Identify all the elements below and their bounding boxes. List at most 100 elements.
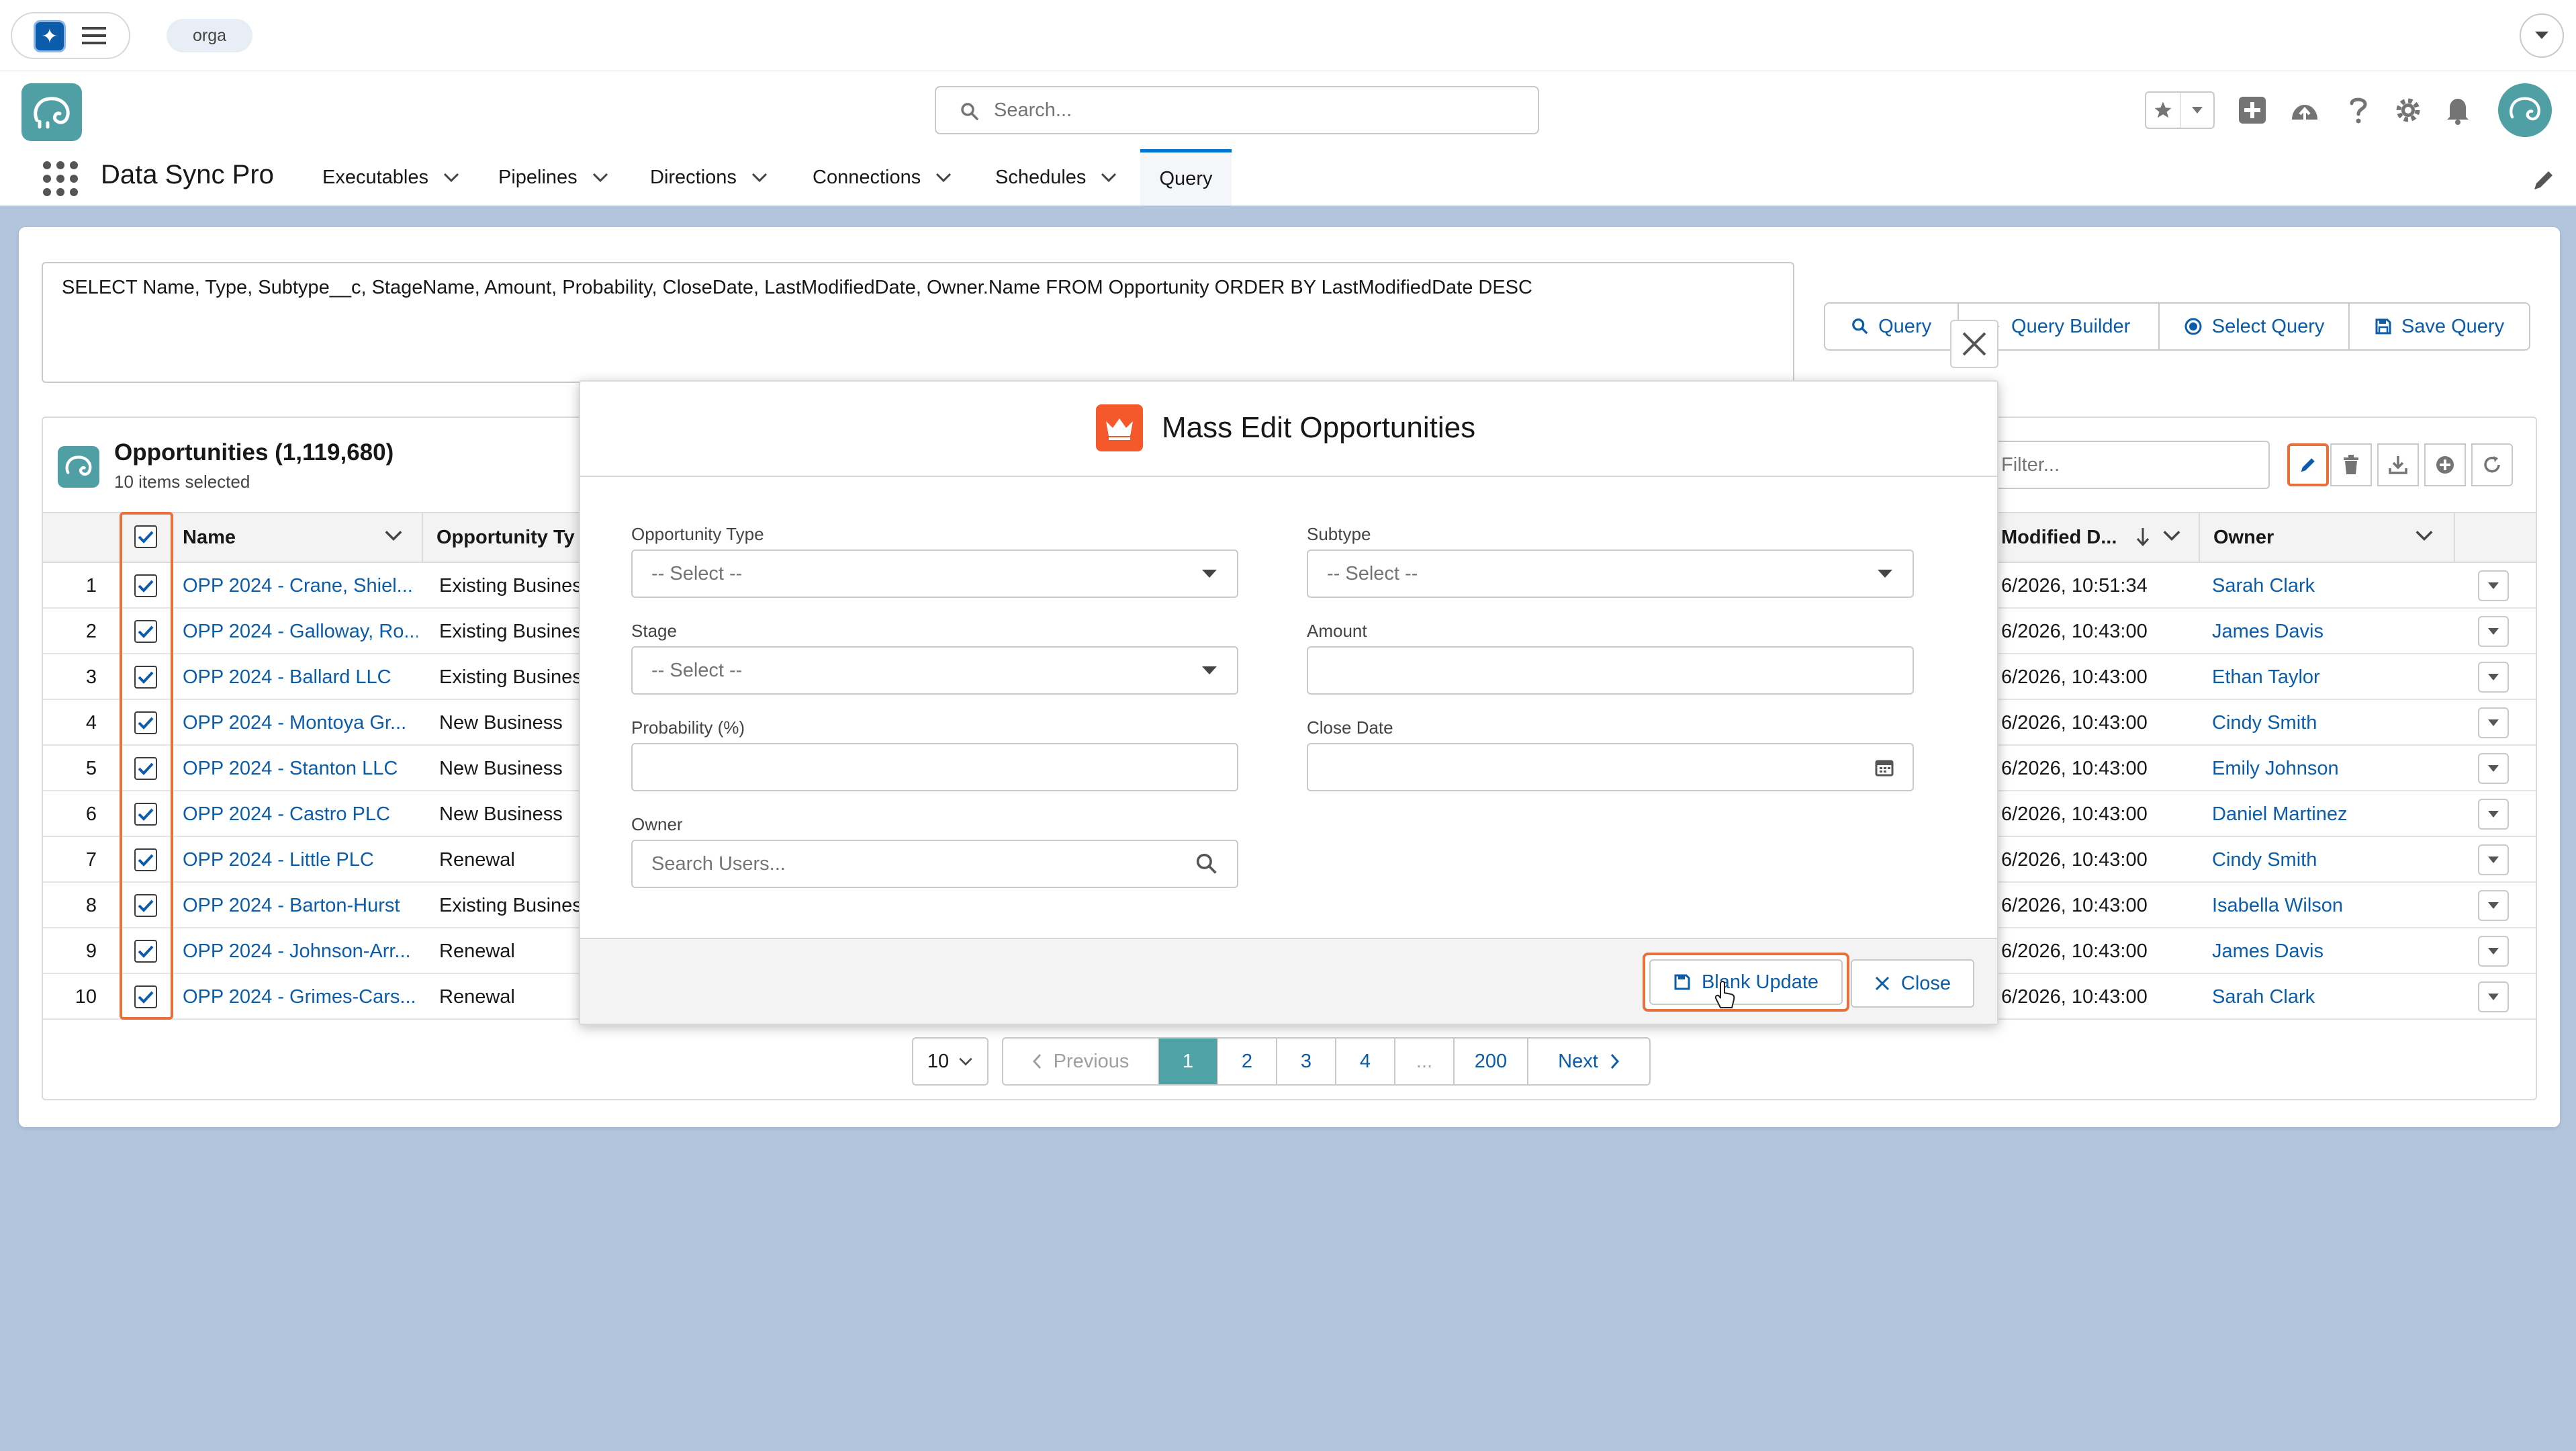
record-owner-link[interactable]: James Davis — [2212, 610, 2440, 653]
close-date-field[interactable] — [1327, 756, 1875, 779]
probability-field[interactable] — [651, 756, 1218, 779]
help-icon[interactable] — [2340, 91, 2377, 129]
record-name-link[interactable]: OPP 2024 - Montoya Gr... — [183, 701, 418, 744]
arrow-down-icon[interactable] — [2135, 527, 2150, 547]
record-name-link[interactable]: OPP 2024 - Barton-Hurst — [183, 884, 418, 927]
record-name-link[interactable]: OPP 2024 - Little PLC — [183, 838, 418, 881]
column-header-name[interactable]: Name — [183, 512, 411, 563]
record-owner-link[interactable]: Cindy Smith — [2212, 838, 2440, 881]
chevron-down-icon[interactable] — [2415, 529, 2434, 541]
mass-edit-button[interactable] — [2287, 443, 2329, 486]
search-input[interactable] — [994, 87, 1518, 133]
nav-item-directions[interactable]: Directions — [650, 149, 768, 206]
chevron-down-icon[interactable] — [2162, 529, 2181, 541]
chevron-down-icon[interactable] — [384, 529, 403, 541]
column-header-modified[interactable]: Modified D... — [2001, 512, 2149, 563]
close-button[interactable]: Close — [1851, 959, 1974, 1008]
amount-input[interactable] — [1307, 646, 1914, 695]
page-button[interactable]: 1 — [1159, 1039, 1218, 1084]
row-actions-chevron-icon[interactable] — [2478, 890, 2509, 921]
row-actions-chevron-icon[interactable] — [2478, 616, 2509, 647]
row-actions-chevron-icon[interactable] — [2478, 570, 2509, 601]
refresh-icon[interactable] — [2471, 443, 2513, 486]
blank-update-inner[interactable]: Blank Update — [1649, 959, 1843, 1005]
owner-search-input[interactable] — [651, 852, 1195, 875]
bell-icon[interactable] — [2439, 91, 2477, 129]
hamburger-menu-icon[interactable] — [82, 24, 106, 47]
record-owner-link[interactable]: Isabella Wilson — [2212, 884, 2440, 927]
record-owner-link[interactable]: Emily Johnson — [2212, 747, 2440, 790]
launcher-pill[interactable] — [11, 12, 130, 59]
record-name-link[interactable]: OPP 2024 - Grimes-Cars... — [183, 975, 418, 1018]
row-actions-chevron-icon[interactable] — [2478, 662, 2509, 693]
chevron-down-icon[interactable] — [592, 172, 608, 183]
chevron-down-icon[interactable] — [2520, 13, 2564, 58]
save-query-button[interactable]: Save Query — [2350, 304, 2529, 349]
record-owner-link[interactable]: Sarah Clark — [2212, 975, 2440, 1018]
star-icon[interactable] — [2146, 93, 2180, 128]
chevron-down-icon[interactable] — [1101, 172, 1117, 183]
page-button[interactable]: 200 — [1455, 1039, 1528, 1084]
soql-query-textarea[interactable]: SELECT Name, Type, Subtype__c, StageName… — [42, 262, 1794, 383]
delete-icon[interactable] — [2330, 443, 2372, 486]
column-header-type[interactable]: Opportunity Ty — [436, 512, 579, 563]
nav-item-query[interactable]: Query — [1140, 149, 1232, 206]
add-icon[interactable] — [2234, 91, 2271, 129]
row-actions-chevron-icon[interactable] — [2478, 753, 2509, 784]
page-button[interactable]: 4 — [1336, 1039, 1395, 1084]
record-owner-link[interactable]: Cindy Smith — [2212, 701, 2440, 744]
chevron-down-icon[interactable] — [2180, 93, 2213, 128]
record-owner-link[interactable]: Sarah Clark — [2212, 564, 2440, 607]
calendar-icon[interactable] — [1875, 758, 1894, 777]
select-query-button[interactable]: Select Query — [2160, 304, 2350, 349]
nav-item-pipelines[interactable]: Pipelines — [498, 149, 608, 206]
user-avatar[interactable] — [2498, 83, 2552, 137]
page-size-select[interactable]: 10 — [912, 1037, 988, 1086]
gear-icon[interactable] — [2389, 91, 2427, 129]
chevron-down-icon[interactable] — [443, 172, 459, 183]
modal-close-icon[interactable] — [1950, 320, 1998, 368]
trailhead-icon[interactable] — [2286, 91, 2324, 129]
previous-page-button[interactable]: Previous — [1003, 1039, 1159, 1084]
record-name-link[interactable]: OPP 2024 - Ballard LLC — [183, 656, 418, 699]
next-page-button[interactable]: Next — [1528, 1039, 1649, 1084]
filter-input[interactable] — [1989, 442, 2268, 488]
record-name-link[interactable]: OPP 2024 - Castro PLC — [183, 793, 418, 836]
subtype-select[interactable]: -- Select -- — [1307, 549, 1914, 598]
org-pill[interactable]: orga — [167, 19, 252, 52]
record-name-link[interactable]: OPP 2024 - Crane, Shiel... — [183, 564, 418, 607]
row-actions-chevron-icon[interactable] — [2478, 707, 2509, 738]
row-actions-chevron-icon[interactable] — [2478, 981, 2509, 1012]
page-button[interactable]: 2 — [1218, 1039, 1277, 1084]
download-icon[interactable] — [2377, 443, 2419, 486]
global-search[interactable] — [935, 86, 1539, 134]
close-date-input[interactable] — [1307, 743, 1914, 791]
stage-select[interactable]: -- Select -- — [631, 646, 1238, 695]
filter-field[interactable] — [1988, 441, 2270, 489]
nav-item-connections[interactable]: Connections — [813, 149, 952, 206]
page-button[interactable]: 3 — [1277, 1039, 1336, 1084]
record-owner-link[interactable]: Ethan Taylor — [2212, 656, 2440, 699]
query-button[interactable]: Query — [1825, 304, 1960, 349]
opportunity-type-select[interactable]: -- Select -- — [631, 549, 1238, 598]
add-row-icon[interactable] — [2424, 443, 2466, 486]
chevron-down-icon[interactable] — [751, 172, 768, 183]
amount-field[interactable] — [1327, 659, 1894, 682]
record-owner-link[interactable]: James Davis — [2212, 930, 2440, 973]
owner-lookup[interactable] — [631, 840, 1238, 888]
nav-item-executables[interactable]: Executables — [322, 149, 459, 206]
app-launcher-icon[interactable] — [42, 160, 79, 197]
row-actions-chevron-icon[interactable] — [2478, 799, 2509, 830]
record-name-link[interactable]: OPP 2024 - Stanton LLC — [183, 747, 418, 790]
blank-update-button[interactable]: Blank Update — [1643, 953, 1849, 1012]
column-header-owner[interactable]: Owner — [2213, 512, 2348, 563]
favorites-group[interactable] — [2145, 91, 2215, 129]
nav-item-schedules[interactable]: Schedules — [995, 149, 1117, 206]
agent-icon[interactable]: ✦ — [34, 20, 66, 52]
record-owner-link[interactable]: Daniel Martinez — [2212, 793, 2440, 836]
edit-nav-icon[interactable] — [2530, 167, 2557, 193]
row-actions-chevron-icon[interactable] — [2478, 936, 2509, 967]
probability-input[interactable] — [631, 743, 1238, 791]
row-actions-chevron-icon[interactable] — [2478, 844, 2509, 875]
record-name-link[interactable]: OPP 2024 - Johnson-Arr... — [183, 930, 418, 973]
